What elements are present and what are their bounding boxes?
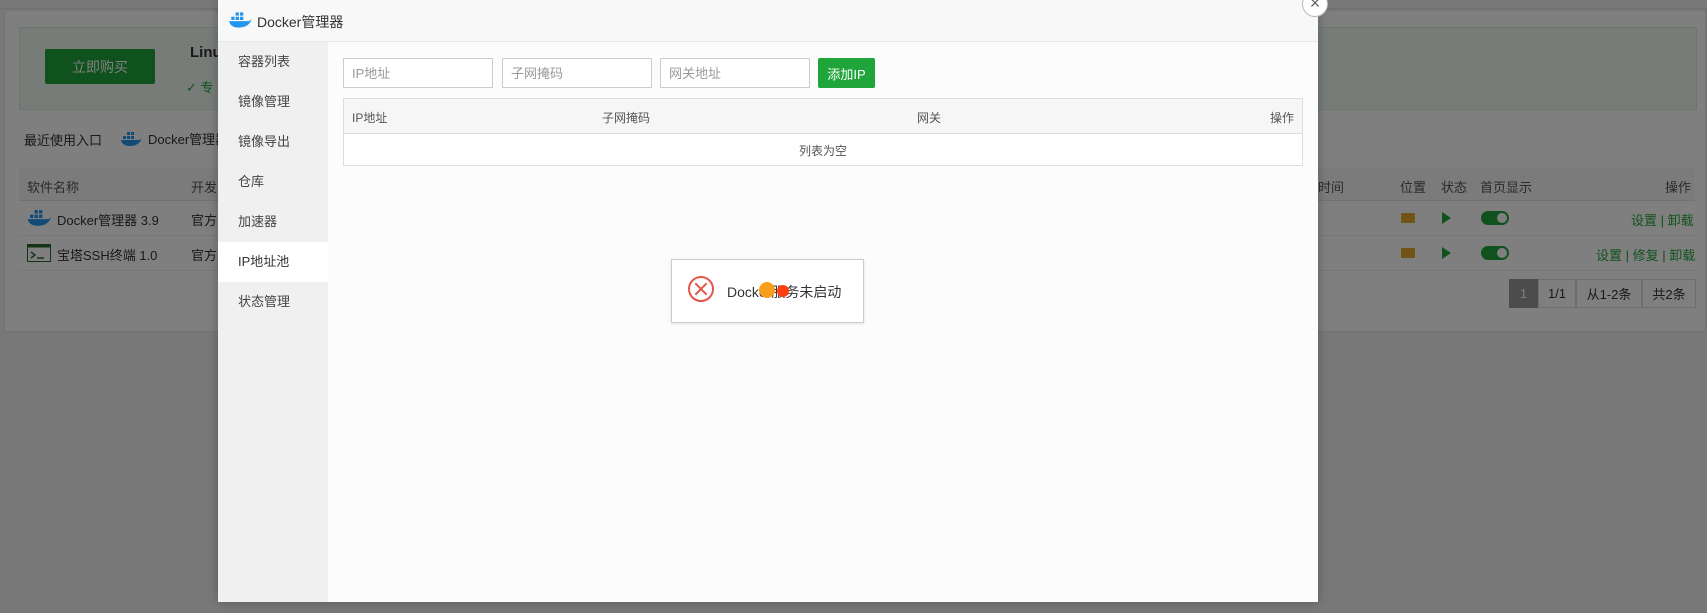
ip-table: IP地址 子网掩码 网关 操作 列表为空 [343, 98, 1303, 166]
error-icon [688, 276, 714, 302]
sidebar-item-repository[interactable]: 仓库 [218, 162, 328, 202]
ip-address-input[interactable] [343, 58, 493, 88]
subnet-mask-input[interactable] [502, 58, 652, 88]
gateway-input[interactable] [660, 58, 810, 88]
empty-message: 列表为空 [798, 144, 847, 158]
modal-sidebar: 容器列表 镜像管理 镜像导出 仓库 加速器 IP地址池 状态管理 [218, 42, 328, 602]
docker-icon [229, 12, 252, 28]
modal-title: Docker管理器 [257, 14, 344, 30]
col-operation: 操作 [1270, 111, 1295, 125]
ip-table-header: IP地址 子网掩码 网关 操作 [344, 99, 1302, 134]
col-ip: IP地址 [352, 111, 388, 125]
col-mask: 子网掩码 [602, 111, 651, 125]
cursor-highlight-icon [759, 282, 775, 298]
col-gateway: 网关 [917, 111, 942, 125]
sidebar-item-status[interactable]: 状态管理 [218, 282, 328, 322]
sidebar-item-ip-pool[interactable]: IP地址池 [218, 242, 328, 282]
sidebar-item-image-export[interactable]: 镜像导出 [218, 122, 328, 162]
add-ip-button[interactable]: 添加IP [818, 58, 875, 88]
modal-header: Docker管理器 [218, 0, 1318, 42]
sidebar-item-images[interactable]: 镜像管理 [218, 82, 328, 122]
sidebar-item-containers[interactable]: 容器列表 [218, 42, 328, 82]
cursor-dot-icon [777, 285, 789, 297]
sidebar-item-accelerator[interactable]: 加速器 [218, 202, 328, 242]
